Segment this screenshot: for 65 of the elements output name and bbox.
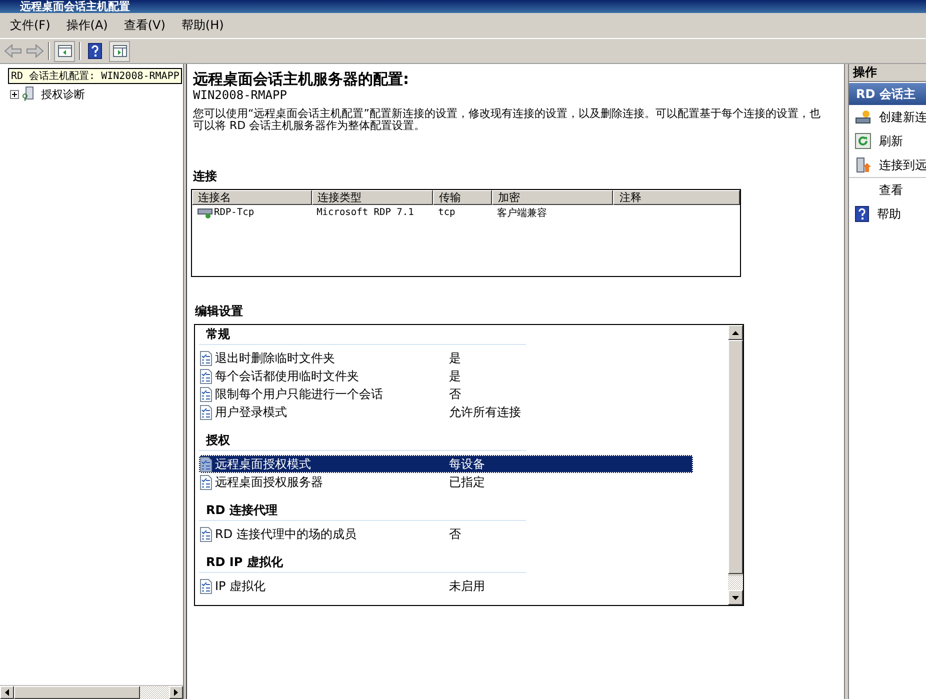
page-heading: 远程桌面会话主机服务器的配置: <box>193 70 410 88</box>
group-heading: 授权 <box>199 431 526 451</box>
action-item[interactable]: 帮助 <box>849 202 926 226</box>
tree-item[interactable]: RD 会话主机配置: WIN2008-RMAPP <box>8 68 182 84</box>
scroll-down-icon[interactable] <box>732 596 739 600</box>
action-item[interactable]: 查看 <box>849 177 926 202</box>
settings-sheet-icon <box>199 404 213 420</box>
settings-sheet-icon <box>199 368 213 384</box>
scroll-left-icon[interactable] <box>5 689 9 696</box>
help-button[interactable] <box>85 41 105 61</box>
scroll-right-icon[interactable] <box>174 689 178 696</box>
table-cell: RDP-Tcp <box>214 207 254 218</box>
scroll-thumb[interactable] <box>14 686 140 699</box>
action-item[interactable]: 刷新 <box>849 129 926 153</box>
setting-row[interactable]: 限制每个用户只能进行一个会话 否 <box>199 385 693 403</box>
scroll-thumb[interactable] <box>728 340 743 574</box>
section-label: 编辑设置 <box>195 303 244 320</box>
column-header[interactable]: 加密 <box>492 190 614 205</box>
group-heading: RD 连接代理 <box>199 501 526 521</box>
column-header[interactable]: 连接名 <box>192 190 312 205</box>
help-icon <box>855 206 869 222</box>
table-cell: tcp <box>438 207 456 218</box>
show-actions-button[interactable] <box>109 40 130 62</box>
column-header[interactable]: 注释 <box>613 190 740 205</box>
setting-row[interactable]: RD 连接代理中的场的成员 否 <box>199 525 693 543</box>
settings-sheet-icon <box>199 526 213 542</box>
menu-item[interactable]: 查看(V) <box>116 17 174 34</box>
settings-sheet-icon <box>199 578 213 594</box>
scroll-up-icon[interactable] <box>732 330 739 334</box>
description: 您可以使用“远程桌面会话主机配置”配置新连接的设置，修改现有连接的设置，以及删除连接。可以配置基于每个连接的设置，也可以将 RD 会话主机服务器作为整体配置设置。 <box>193 108 822 132</box>
menu-item[interactable]: 文件(F) <box>2 17 58 34</box>
horizontal-scrollbar[interactable] <box>0 685 183 699</box>
setting-row[interactable]: IP 虚拟化 未启用 <box>199 577 693 595</box>
setting-row[interactable]: 退出时删除临时文件夹 是 <box>199 349 693 367</box>
settings-sheet-icon <box>199 474 213 490</box>
settings-sheet-icon <box>199 350 213 366</box>
server-icon <box>22 86 36 102</box>
scroll-track[interactable] <box>728 576 743 590</box>
tree-item[interactable]: 授权诊断 <box>39 86 87 102</box>
window-title: 远程桌面会话主机配置 <box>0 0 926 13</box>
column-header[interactable]: 传输 <box>433 190 492 205</box>
table-cell-text: 客户端兼容 <box>496 206 547 220</box>
settings-sheet-icon <box>199 386 213 402</box>
setting-row[interactable]: 每个会话都使用临时文件夹 是 <box>199 367 693 385</box>
action-group-header[interactable]: RD 会话主 <box>849 83 926 105</box>
setting-row[interactable]: 远程桌面授权模式 每设备 <box>199 455 693 473</box>
server-name: WIN2008-RMAPP <box>193 88 288 102</box>
refresh-icon <box>855 133 871 149</box>
menu-item[interactable]: 操作(A) <box>58 17 116 34</box>
group-heading: RD IP 虚拟化 <box>199 553 526 573</box>
settings-sheet-icon <box>199 456 213 472</box>
vertical-scrollbar[interactable] <box>728 325 743 605</box>
pane-title: 操作 <box>849 64 926 82</box>
show-tree-button[interactable] <box>54 40 75 62</box>
network-star-icon <box>855 109 871 125</box>
setting-row[interactable]: 远程桌面授权服务器 已指定 <box>199 473 693 491</box>
section-label: 连接 <box>193 168 218 185</box>
server-arrow-icon <box>855 157 871 173</box>
column-header[interactable]: 连接类型 <box>312 190 434 205</box>
menu-item[interactable]: 帮助(H) <box>173 17 232 34</box>
expand-icon[interactable] <box>10 90 19 98</box>
setting-row[interactable]: 用户登录模式 允许所有连接 <box>199 403 693 421</box>
table-cell: Microsoft RDP 7.1 <box>316 207 414 218</box>
group-heading: 常规 <box>199 325 526 345</box>
network-icon <box>197 206 213 218</box>
